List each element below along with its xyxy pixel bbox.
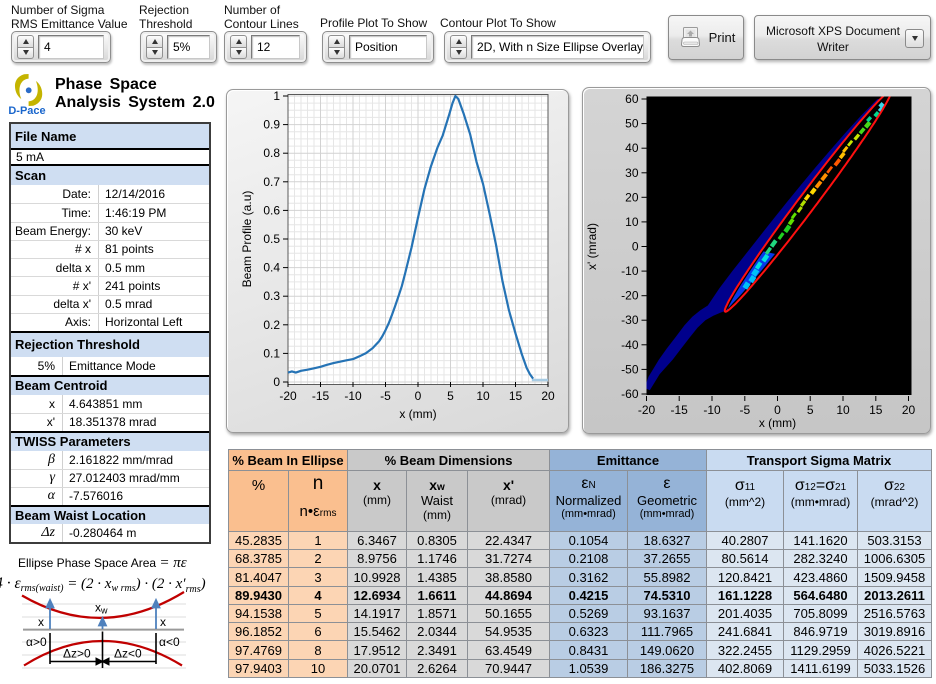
svg-text:x: x <box>160 615 166 629</box>
svg-text:20: 20 <box>625 190 639 204</box>
svg-text:0.1: 0.1 <box>263 346 280 360</box>
svg-text:Beam Profile (a.u): Beam Profile (a.u) <box>240 191 254 288</box>
svg-text:0.4: 0.4 <box>263 261 280 275</box>
svg-text:0: 0 <box>415 389 422 403</box>
svg-text:-10: -10 <box>621 264 639 278</box>
svg-text:x: x <box>38 615 44 629</box>
svg-text:α>0: α>0 <box>26 635 47 649</box>
svg-text:-60: -60 <box>621 387 639 401</box>
svg-text:1: 1 <box>273 89 280 103</box>
svg-text:-5: -5 <box>739 403 750 417</box>
svg-text:10: 10 <box>625 215 639 229</box>
svg-text:0: 0 <box>774 403 781 417</box>
svg-text:-10: -10 <box>344 389 362 403</box>
svg-text:0.2: 0.2 <box>263 318 280 332</box>
svg-text:-40: -40 <box>621 338 639 352</box>
svg-text:10: 10 <box>836 403 850 417</box>
svg-text:x (mm): x (mm) <box>759 416 796 430</box>
svg-text:α<0: α<0 <box>159 635 180 649</box>
svg-text:50: 50 <box>625 117 639 131</box>
svg-text:-20: -20 <box>279 389 297 403</box>
svg-text:0.6: 0.6 <box>263 203 280 217</box>
svg-text:30: 30 <box>625 166 639 180</box>
svg-text:60: 60 <box>625 92 639 106</box>
svg-text:-20: -20 <box>621 289 639 303</box>
svg-text:0.7: 0.7 <box>263 175 280 189</box>
svg-text:15: 15 <box>509 389 523 403</box>
svg-text:-10: -10 <box>703 403 721 417</box>
svg-text:x' (mrad): x' (mrad) <box>585 223 599 270</box>
svg-text:-30: -30 <box>621 313 639 327</box>
svg-text:0.8: 0.8 <box>263 146 280 160</box>
svg-text:40: 40 <box>625 141 639 155</box>
svg-text:-15: -15 <box>671 403 689 417</box>
svg-text:0: 0 <box>273 375 280 389</box>
svg-text:5: 5 <box>447 389 454 403</box>
svg-text:0.9: 0.9 <box>263 118 280 132</box>
svg-text:0.3: 0.3 <box>263 289 280 303</box>
svg-text:0: 0 <box>632 240 639 254</box>
svg-text:15: 15 <box>869 403 883 417</box>
svg-text:5: 5 <box>807 403 814 417</box>
svg-text:10: 10 <box>476 389 490 403</box>
svg-text:20: 20 <box>902 403 916 417</box>
svg-text:-15: -15 <box>312 389 330 403</box>
svg-text:-5: -5 <box>380 389 391 403</box>
svg-text:xw: xw <box>95 601 108 616</box>
svg-text:Ellipse Phase Space Area = πε: Ellipse Phase Space Area = πε <box>18 555 187 571</box>
svg-text:20: 20 <box>541 389 555 403</box>
svg-text:-50: -50 <box>621 362 639 376</box>
svg-text:Δz>0: Δz>0 <box>63 647 91 661</box>
svg-text:4 · εrms(waist) = (2 · xw rms): 4 · εrms(waist) = (2 · xw rms) · (2 · x′… <box>0 575 206 595</box>
svg-text:-20: -20 <box>638 403 656 417</box>
svg-text:Δz<0: Δz<0 <box>114 647 142 661</box>
svg-text:0.5: 0.5 <box>263 232 280 246</box>
svg-text:x (mm): x (mm) <box>399 407 436 421</box>
